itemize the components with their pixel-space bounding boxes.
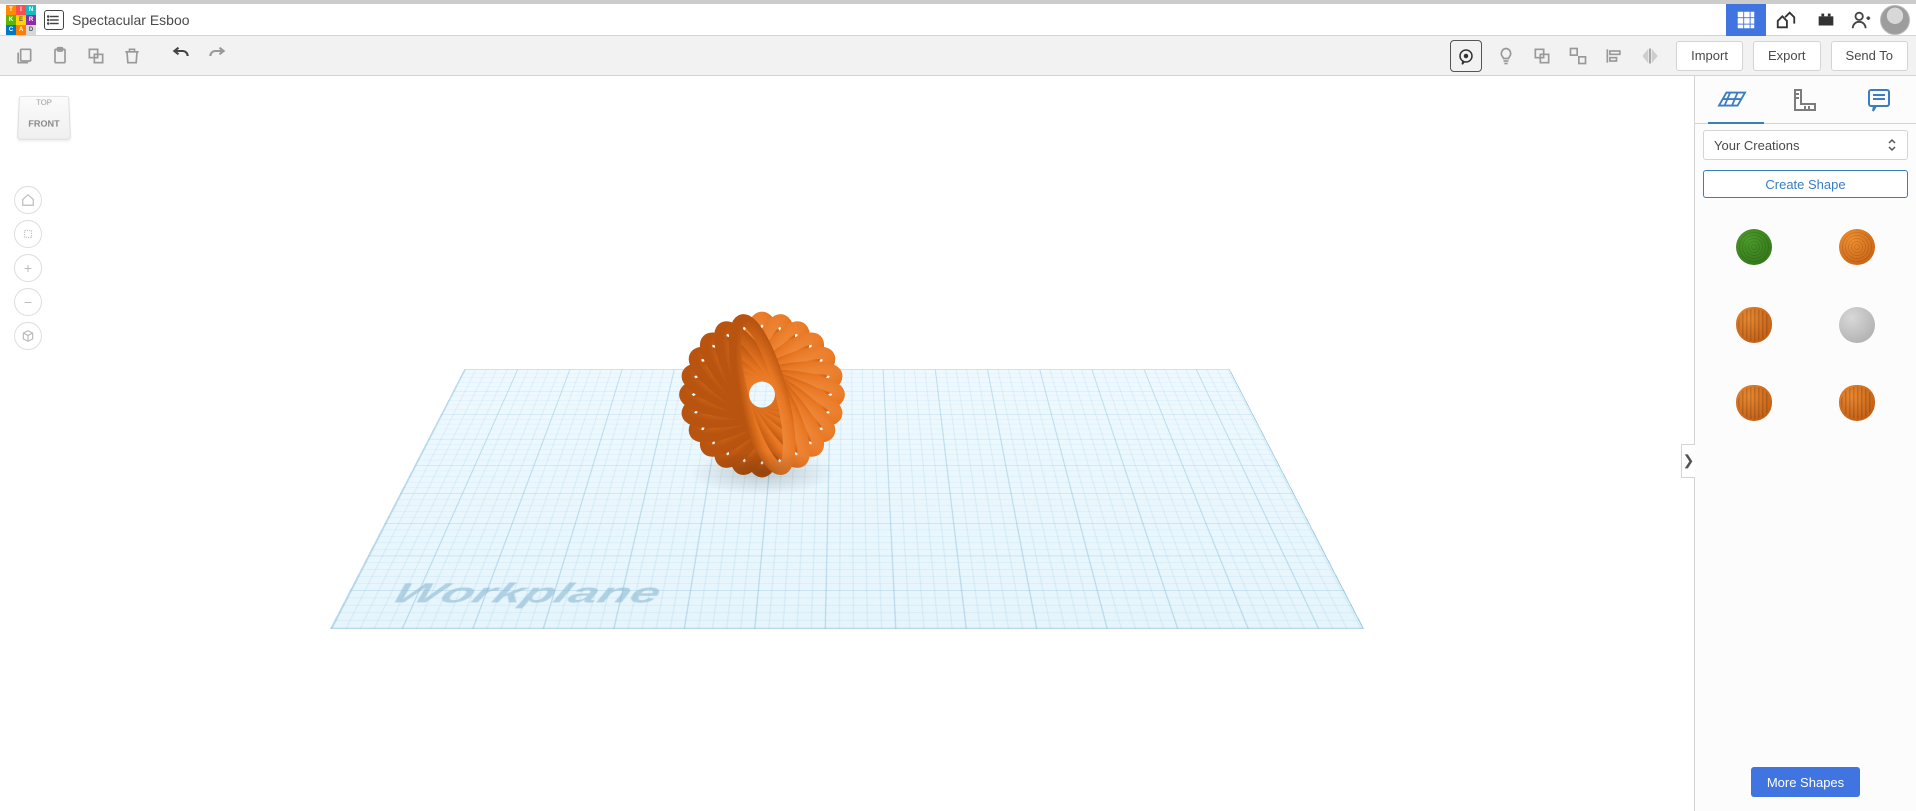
mirror-icon[interactable] [1634,40,1666,72]
import-label: Import [1691,48,1728,63]
shape-item[interactable] [1703,364,1806,442]
undo-icon[interactable] [165,40,197,72]
export-label: Export [1768,48,1806,63]
fit-view-icon[interactable] [14,220,42,248]
delete-icon[interactable] [116,40,148,72]
create-shape-button[interactable]: Create Shape [1703,170,1908,198]
notes-icon[interactable] [1450,40,1482,72]
sendto-button[interactable]: Send To [1831,41,1908,71]
export-button[interactable]: Export [1753,41,1821,71]
notes-tab-icon[interactable] [1855,76,1903,124]
viewcube-top-label: TOP [19,99,68,107]
ortho-view-icon[interactable] [14,322,42,350]
mode-blocks-icon[interactable] [1766,4,1806,36]
shape-item[interactable] [1703,286,1806,364]
duplicate-icon[interactable] [80,40,112,72]
shape-shadow [689,451,836,495]
main-area: TOP FRONT + − Workplane [0,76,1916,811]
ruler-tab-icon[interactable] [1781,76,1829,124]
shape-item[interactable] [1806,364,1909,442]
shape-category-dropdown[interactable]: Your Creations [1703,130,1908,160]
chevron-updown-icon [1887,138,1897,152]
more-shapes-label: More Shapes [1767,775,1844,790]
shape-thumb-icon [1736,385,1772,421]
panel-tabs [1695,76,1916,124]
shape-thumb-icon [1839,307,1875,343]
design-name[interactable]: Spectacular Esboo [72,12,190,28]
view-nav-buttons: + − [14,186,42,350]
shape-thumb-icon [1839,385,1875,421]
home-view-icon[interactable] [14,186,42,214]
bulb-icon[interactable] [1490,40,1522,72]
shape-thumb-icon [1736,229,1772,265]
create-shape-label: Create Shape [1765,177,1845,192]
shape-item[interactable] [1806,286,1909,364]
copy-icon[interactable] [8,40,40,72]
dropdown-selected-label: Your Creations [1714,138,1800,153]
edit-toolbar: Import Export Send To [0,36,1916,76]
shape-item[interactable] [1703,208,1806,286]
shapes-grid [1695,208,1916,757]
sendto-label: Send To [1846,48,1893,63]
redo-icon[interactable] [201,40,233,72]
ungroup-icon[interactable] [1562,40,1594,72]
view-cube[interactable]: TOP FRONT [18,94,72,148]
3d-canvas[interactable]: TOP FRONT + − Workplane [0,76,1694,811]
import-button[interactable]: Import [1676,41,1743,71]
user-avatar[interactable] [1880,5,1910,35]
shape-thumb-icon [1736,307,1772,343]
panel-collapse-icon[interactable]: ❯ [1681,444,1695,478]
viewcube-front-label: FRONT [19,119,70,129]
shape-thumb-icon [1839,229,1875,265]
paste-icon[interactable] [44,40,76,72]
workplane-tab-icon[interactable] [1708,76,1756,124]
mode-3d-design-icon[interactable] [1726,4,1766,36]
zoom-out-icon[interactable]: − [14,288,42,316]
shapes-panel: ❯ Your Creations Create Shape [1694,76,1916,811]
more-shapes-button[interactable]: More Shapes [1751,767,1860,797]
workplane-label: Workplane [384,577,667,610]
mode-bricks-icon[interactable] [1806,4,1846,36]
zoom-in-icon[interactable]: + [14,254,42,282]
group-icon[interactable] [1526,40,1558,72]
collaborate-icon[interactable] [1846,9,1876,31]
design-list-icon[interactable] [44,10,64,30]
pumpkin-shape[interactable] [647,285,877,485]
shape-item[interactable] [1806,208,1909,286]
top-bar: TIN KER CAD Spectacular Esboo [0,0,1916,36]
align-icon[interactable] [1598,40,1630,72]
tinkercad-logo[interactable]: TIN KER CAD [6,5,36,35]
